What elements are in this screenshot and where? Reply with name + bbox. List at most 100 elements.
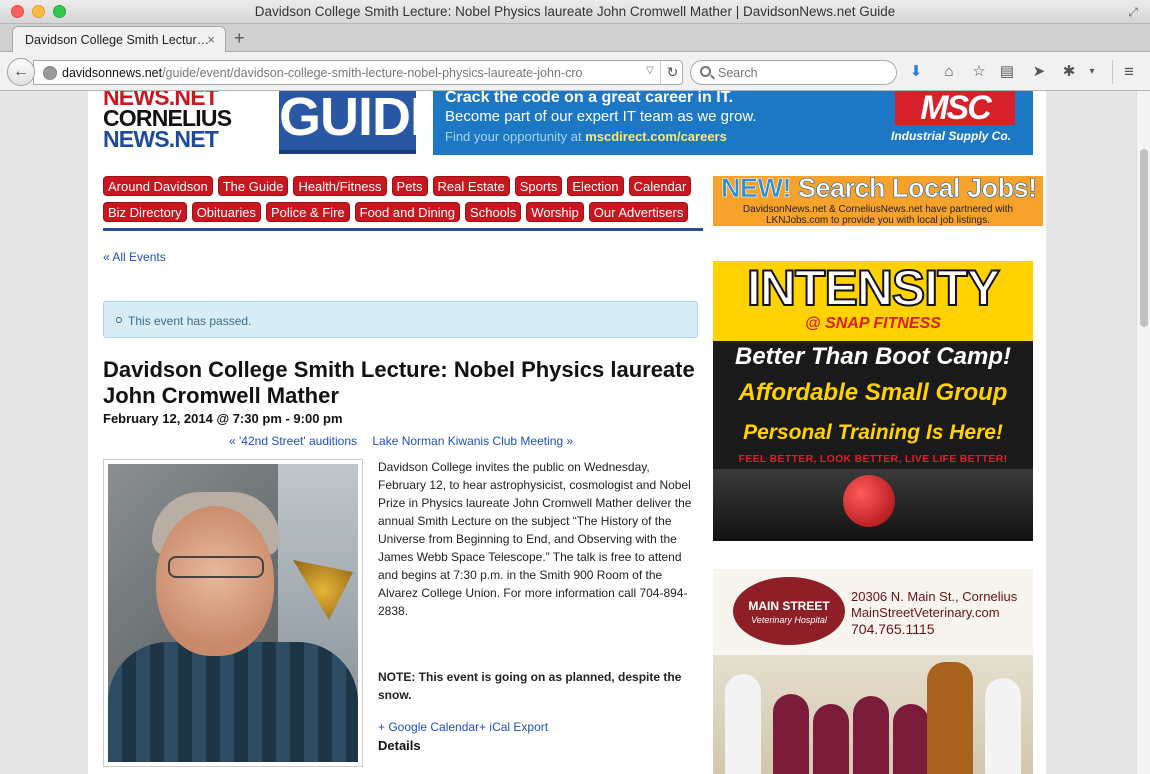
category-button-schools[interactable]: Schools (465, 202, 522, 222)
vet-logo: MAIN STREET Veterinary Hospital (733, 577, 845, 645)
new-tab-button[interactable]: + (234, 28, 245, 49)
staff-figure (985, 678, 1021, 774)
reload-icon[interactable]: ↻ (660, 61, 684, 84)
staff-figure (773, 694, 809, 774)
category-button-biz-directory[interactable]: Biz Directory (103, 202, 187, 222)
url-domain: davidsonnews.net (62, 66, 163, 80)
jobs-ad-title: NEW! Search Local Jobs! (721, 176, 1038, 204)
page-scrollbar[interactable] (1136, 91, 1150, 774)
photo-face (156, 506, 274, 656)
event-passed-notice: This event has passed. (103, 301, 698, 338)
category-button-around-davidson[interactable]: Around Davidson (103, 176, 213, 196)
main-street-vet-ad[interactable]: MAIN STREET Veterinary Hospital 20306 N.… (713, 569, 1033, 774)
web-page: NEWS.NET CORNELIUS NEWS.NET GUIDE Crack … (88, 91, 1046, 774)
jobs-ad-title-text: Search Local Jobs! (790, 176, 1038, 203)
notice-text: This event has passed. (128, 314, 252, 328)
speaker-portrait (108, 464, 358, 762)
url-text[interactable]: davidsonnews.net/guide/event/davidson-co… (62, 66, 642, 80)
intensity-ad-line-1: Better Than Boot Camp! (735, 343, 1011, 370)
navigation-toolbar: davidsonnews.net/guide/event/davidson-co… (0, 52, 1150, 91)
extension-dropdown-icon[interactable]: ▾ (1083, 63, 1101, 81)
category-button-food-and-dining[interactable]: Food and Dining (354, 202, 461, 222)
event-date: February 12, 2014 @ 7:30 pm - 9:00 pm (103, 411, 343, 426)
category-nav-divider (103, 228, 703, 231)
kettlebell-image (843, 475, 895, 527)
back-button[interactable]: ← (7, 58, 35, 86)
bookmark-star-icon[interactable]: ☆ (970, 63, 988, 81)
category-button-real-estate[interactable]: Real Estate (432, 176, 510, 196)
staff-figure (813, 704, 849, 774)
logo-line-3: NEWS.NET (103, 126, 219, 152)
event-navigation: « '42nd Street' auditions Lake Norman Ki… (229, 434, 585, 448)
tab-label: Davidson College Smith Lectur… (25, 33, 210, 47)
staff-figure (725, 674, 761, 774)
vet-staff-photo (713, 655, 1033, 774)
tab-close-icon[interactable]: × (207, 32, 215, 47)
category-button-police-fire[interactable]: Police & Fire (265, 202, 350, 222)
guide-logo[interactable]: GUIDE (279, 91, 446, 154)
jobs-ad-line-1: DavidsonNews.net & CorneliusNews.net hav… (742, 204, 1014, 215)
vet-logo-title: MAIN STREET (748, 599, 830, 613)
category-button-the-guide[interactable]: The Guide (217, 176, 289, 196)
share-icon[interactable]: ➤ (1030, 63, 1048, 81)
vet-contact-info: 20306 N. Main St., Cornelius MainStreetV… (851, 589, 1017, 637)
local-jobs-ad[interactable]: NEW! Search Local Jobs! DavidsonNews.net… (713, 176, 1043, 226)
msc-logo-subtitle: Industrial Supply Co. (890, 129, 1011, 143)
vet-website: MainStreetVeterinary.com (851, 605, 1000, 620)
fullscreen-icon[interactable]: ⤢ (1126, 5, 1140, 19)
downloads-icon[interactable]: ⬇ (907, 63, 925, 81)
tab-active[interactable]: Davidson College Smith Lectur… × (12, 26, 226, 52)
all-events-link[interactable]: « All Events (103, 250, 166, 264)
event-title: Davidson College Smith Lecture: Nobel Ph… (103, 357, 695, 408)
menu-icon[interactable]: ≡ (1120, 63, 1138, 81)
intensity-fitness-ad[interactable]: INTENSITY @ SNAP FITNESS Better Than Boo… (713, 261, 1033, 541)
vet-logo-subtitle: Veterinary Hospital (751, 615, 827, 625)
site-identity-icon[interactable] (43, 66, 57, 80)
intensity-ad-line-4: FEEL BETTER, LOOK BETTER, LIVE LIFE BETT… (738, 453, 1008, 465)
window-titlebar: Davidson College Smith Lecture: Nobel Ph… (0, 0, 1150, 24)
url-bar[interactable]: davidsonnews.net/guide/event/davidson-co… (33, 60, 683, 85)
msc-ad-link: mscdirect.com/careers (585, 129, 727, 144)
url-history-dropdown-icon[interactable]: ▽ (646, 65, 654, 76)
category-row-1: Around Davidson The Guide Health/Fitness Pe… (103, 176, 692, 196)
home-icon[interactable]: ⌂ (940, 63, 958, 81)
previous-event-link[interactable]: « '42nd Street' auditions (229, 434, 357, 448)
staff-figure (893, 704, 929, 774)
jobs-ad-new: NEW! (721, 176, 792, 203)
category-button-our-advertisers[interactable]: Our Advertisers (588, 202, 689, 222)
tab-strip: Davidson College Smith Lectur… × + (0, 24, 1150, 52)
details-heading: Details (378, 738, 421, 753)
category-button-calendar[interactable]: Calendar (628, 176, 692, 196)
search-placeholder: Search (718, 66, 758, 80)
scrollbar-thumb[interactable] (1140, 149, 1148, 327)
msc-logo: MSC (895, 91, 1015, 125)
category-button-worship[interactable]: Worship (526, 202, 584, 222)
photo-glasses (168, 556, 264, 578)
intensity-ad-subtitle: @ SNAP FITNESS (805, 315, 941, 332)
event-photo (103, 459, 363, 767)
toolbar-separator (1112, 60, 1113, 84)
intensity-ad-title: INTENSITY (746, 261, 1001, 317)
category-button-sports[interactable]: Sports (514, 176, 563, 196)
category-button-health-fitness[interactable]: Health/Fitness (293, 176, 387, 196)
reading-list-icon[interactable]: ▤ (998, 63, 1016, 81)
event-description: Davidson College invites the public on W… (378, 460, 692, 618)
category-button-obituaries[interactable]: Obituaries (191, 202, 261, 222)
window-title: Davidson College Smith Lecture: Nobel Ph… (254, 4, 896, 19)
site-logo[interactable]: NEWS.NET CORNELIUS NEWS.NET (103, 91, 263, 153)
msc-ad-subline: Become part of our expert IT team as we … (445, 108, 757, 125)
staff-figure (853, 696, 889, 774)
vet-address: 20306 N. Main St., Cornelius (851, 589, 1018, 604)
jobs-ad-subtitle: DavidsonNews.net & CorneliusNews.net hav… (713, 204, 1043, 226)
extension-icon[interactable]: ✱ (1060, 63, 1078, 81)
search-bar[interactable]: Search (690, 60, 897, 85)
category-button-election[interactable]: Election (567, 176, 624, 196)
event-note: NOTE: This event is going on as planned,… (378, 670, 682, 702)
url-path: /guide/event/davidson-college-smith-lect… (162, 66, 583, 80)
mascot-figure (927, 662, 973, 774)
msc-ad-headline: Crack the code on a great career in IT. (445, 91, 734, 106)
calendar-export-links[interactable]: + Google Calendar+ iCal Export (378, 720, 548, 734)
next-event-link[interactable]: Lake Norman Kiwanis Club Meeting » (372, 434, 573, 448)
msc-banner-ad[interactable]: Crack the code on a great career in IT. … (433, 91, 1033, 155)
category-button-pets[interactable]: Pets (391, 176, 428, 196)
